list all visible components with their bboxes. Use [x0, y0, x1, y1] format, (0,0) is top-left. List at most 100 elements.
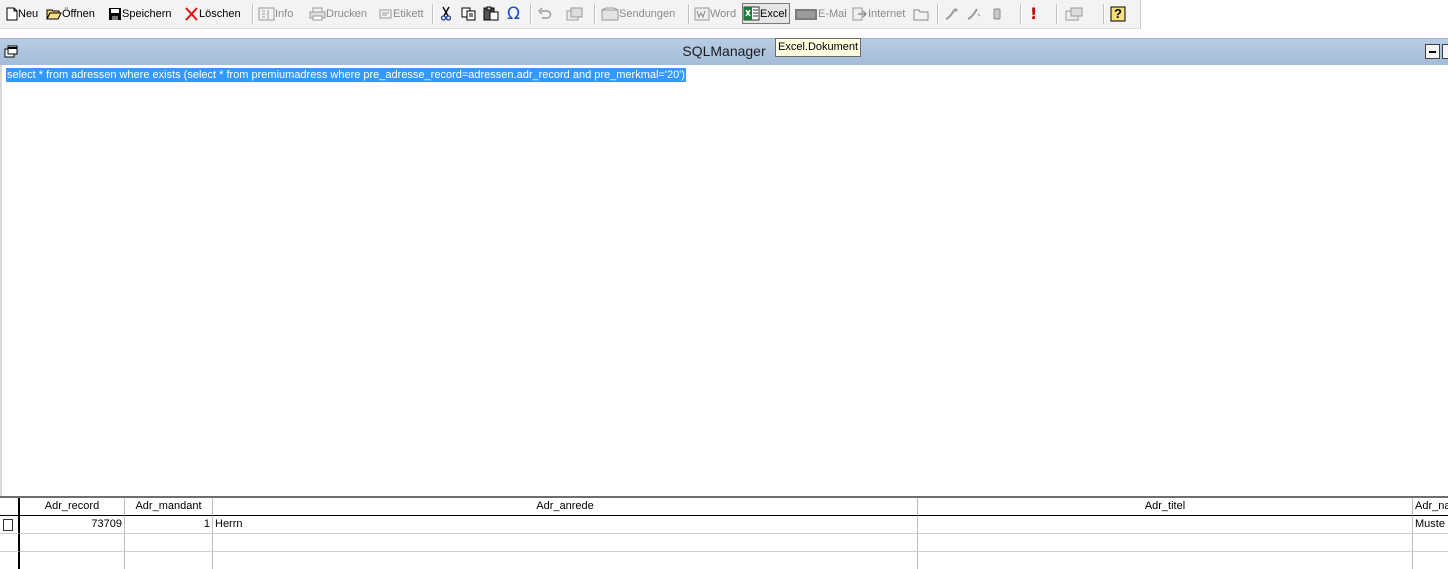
new-button-label: Neu: [18, 7, 39, 20]
omega-icon: Ω: [507, 3, 520, 24]
toolbar-empty-area: [1141, 0, 1448, 29]
toolbar-separator: [1056, 4, 1058, 24]
result-grid[interactable]: Adr_record Adr_mandant Adr_anrede Adr_ti…: [0, 496, 1448, 569]
label-button[interactable]: Etikett: [378, 3, 424, 24]
empty-cell[interactable]: [125, 552, 213, 569]
row-indicator[interactable]: [0, 534, 20, 552]
column-header-adr-record[interactable]: Adr_record: [20, 498, 125, 516]
cut-button[interactable]: [440, 3, 452, 24]
email-button-label: E-Mai: [818, 7, 847, 20]
excel-button-label: Excel: [760, 7, 787, 20]
undo-button[interactable]: [537, 3, 552, 24]
excel-document-icon: [743, 6, 760, 21]
paste-button[interactable]: [483, 3, 499, 24]
help-button[interactable]: ?: [1110, 3, 1126, 24]
internet-icon: [852, 7, 868, 21]
settings-window-button[interactable]: [1065, 3, 1083, 24]
package-icon: [601, 7, 619, 21]
mobile-phone-button[interactable]: [992, 3, 1002, 24]
cell-adr-name[interactable]: Muste: [1413, 516, 1448, 534]
row-indicator[interactable]: [0, 516, 20, 534]
toolbar-separator: [937, 4, 939, 24]
open-button[interactable]: Öffnen: [46, 3, 95, 24]
empty-cell[interactable]: [213, 552, 918, 569]
empty-cell[interactable]: [213, 534, 918, 552]
undo-icon: [537, 7, 552, 21]
maximize-button[interactable]: [1442, 44, 1448, 59]
window-stack-icon: [566, 7, 583, 21]
main-toolbar: Neu Öffnen Speichern Löschen Info Drucke…: [0, 0, 1141, 29]
toolbar-separator: [594, 4, 596, 24]
toolbar-separator: [530, 4, 532, 24]
current-row-marker: [3, 519, 13, 531]
new-button[interactable]: Neu: [6, 3, 38, 24]
sendungen-button[interactable]: Sendungen: [601, 3, 675, 24]
empty-cell[interactable]: [20, 534, 125, 552]
email-button[interactable]: E-Mai: [794, 3, 847, 24]
minimize-button[interactable]: [1425, 44, 1440, 59]
word-button[interactable]: Word: [694, 3, 736, 24]
word-document-icon: [694, 7, 710, 21]
empty-cell[interactable]: [1413, 552, 1448, 569]
info-button-label: Info: [275, 7, 294, 20]
toolbar-separator: [1103, 4, 1105, 24]
clipboard-icon: [483, 6, 499, 21]
print-button[interactable]: Drucken: [309, 3, 367, 24]
window-title: SQLManager: [682, 43, 766, 59]
label-icon: [378, 7, 393, 21]
cell-adr-titel[interactable]: [918, 516, 1413, 534]
exclamation-icon: !: [1030, 4, 1038, 23]
row-indicator[interactable]: [0, 552, 20, 569]
save-button[interactable]: Speichern: [108, 3, 172, 24]
column-header-adr-mandant[interactable]: Adr_mandant: [125, 498, 213, 516]
open-folder-icon: [46, 7, 62, 21]
phone-call-button[interactable]: [966, 3, 982, 24]
toolbar-separator: [1020, 4, 1022, 24]
folder-button[interactable]: [913, 3, 929, 24]
print-button-label: Drucken: [326, 7, 367, 20]
floppy-disk-icon: [108, 7, 122, 21]
settings-window-icon: [1065, 7, 1083, 21]
sql-editor[interactable]: select * from adressen where exists (sel…: [0, 65, 1448, 496]
delete-button[interactable]: Löschen: [184, 3, 241, 24]
column-header-adr-name[interactable]: Adr_na: [1413, 498, 1448, 516]
mobile-phone-icon: [992, 7, 1002, 21]
cell-adr-record[interactable]: 73709: [20, 516, 125, 534]
help-question-glyph: ?: [1114, 5, 1122, 21]
phone-button[interactable]: [944, 3, 960, 24]
scissors-icon: [440, 6, 452, 21]
copy-icon: [461, 7, 476, 21]
internet-button[interactable]: Internet: [852, 3, 905, 24]
empty-cell[interactable]: [1413, 534, 1448, 552]
window-title-bar: SQLManager: [0, 38, 1448, 65]
excel-button[interactable]: Excel: [742, 3, 790, 24]
alert-button[interactable]: !: [1030, 3, 1037, 24]
printer-icon: [309, 7, 326, 21]
info-button[interactable]: Info: [258, 3, 293, 24]
phone-call-icon: [966, 7, 982, 21]
sql-query-text[interactable]: select * from adressen where exists (sel…: [6, 68, 686, 82]
open-button-label: Öffnen: [62, 7, 95, 20]
empty-cell[interactable]: [918, 552, 1413, 569]
help-icon: ?: [1110, 6, 1126, 22]
phone-icon: [944, 7, 960, 21]
empty-cell[interactable]: [918, 534, 1413, 552]
empty-cell[interactable]: [125, 534, 213, 552]
toolbar-separator: [432, 4, 434, 24]
column-header-adr-titel[interactable]: Adr_titel: [918, 498, 1413, 516]
save-button-label: Speichern: [122, 7, 172, 20]
cell-adr-anrede[interactable]: Herrn: [213, 516, 918, 534]
window-button[interactable]: [566, 3, 583, 24]
delete-x-icon: [184, 6, 199, 21]
toolbar-separator: [688, 4, 690, 24]
info-icon: [258, 7, 275, 21]
toolbar-separator: [252, 4, 254, 24]
column-header-adr-anrede[interactable]: Adr_anrede: [213, 498, 918, 516]
internet-button-label: Internet: [868, 7, 906, 20]
label-button-label: Etikett: [393, 7, 424, 20]
grid-corner-cell: [0, 498, 20, 516]
copy-button[interactable]: [461, 3, 476, 24]
cell-adr-mandant[interactable]: 1: [125, 516, 213, 534]
empty-cell[interactable]: [20, 552, 125, 569]
special-characters-button[interactable]: Ω: [507, 3, 520, 24]
